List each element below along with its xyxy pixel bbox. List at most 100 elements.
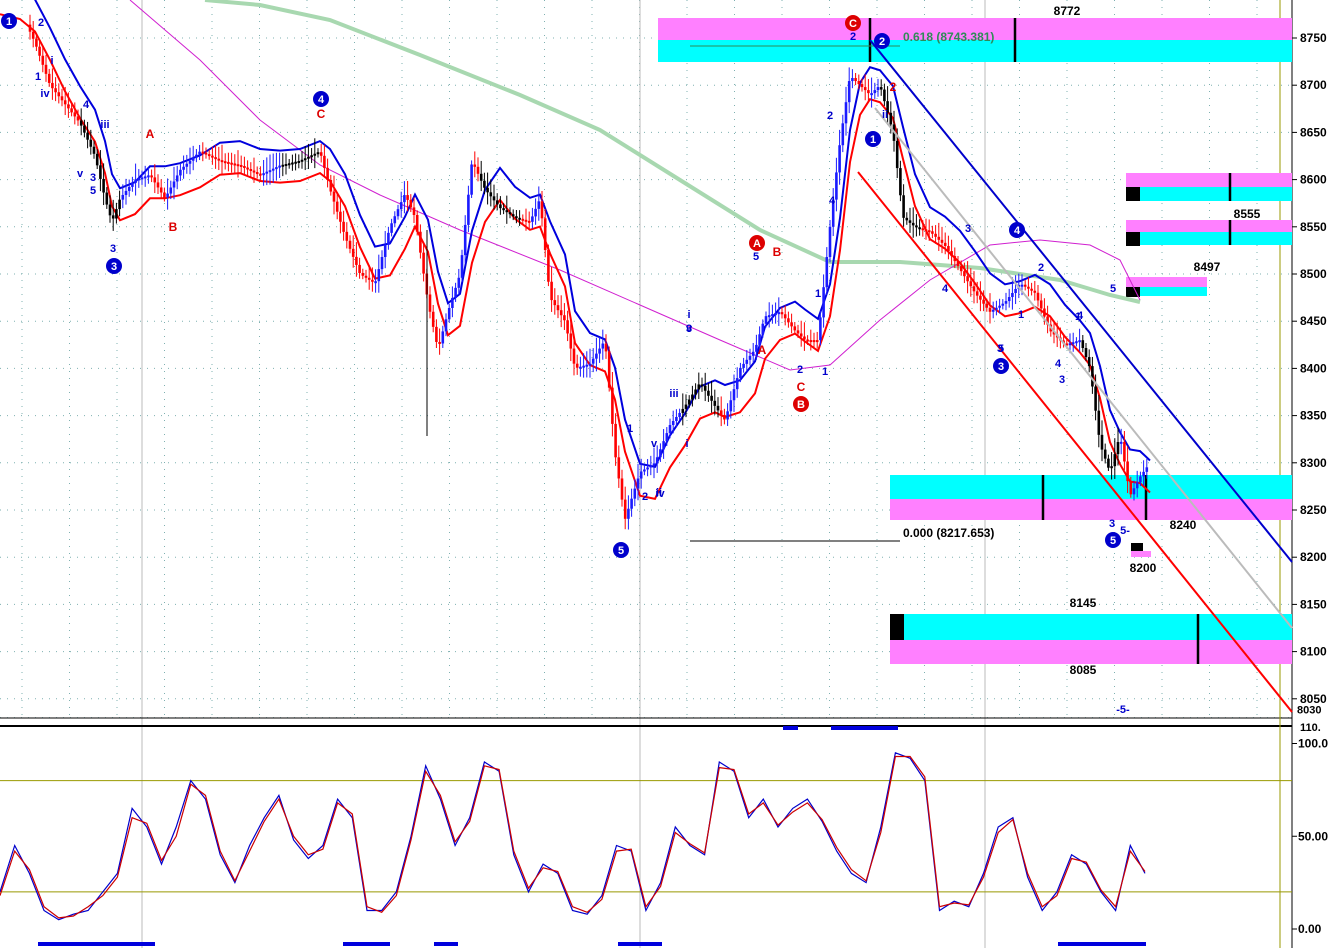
candle-body [371,279,374,282]
candle-body [1071,342,1075,345]
candle-body [902,195,905,218]
candle-body [1011,293,1014,298]
candle-body [966,276,969,282]
candle-body [1100,434,1104,450]
candle-body [1036,292,1040,301]
candle-body [524,219,528,222]
candle-body [518,217,521,220]
candle-body [579,366,582,369]
candle-series [28,14,1149,530]
candle-body [486,187,489,193]
zone-8240-lower [890,499,1292,520]
candle-body [943,242,947,246]
candle-body [652,463,656,466]
candle-body [620,478,624,500]
y-tick-label: 8750 [1300,31,1327,45]
candle-body [582,365,585,368]
candle-body [342,221,345,232]
wave-circle-blue-label: 5 [1110,535,1116,547]
candle-body [105,192,109,205]
candle-body [307,156,310,159]
wave-circle-blue-label: 1 [870,134,876,146]
candle-body [367,277,371,280]
wave-circle-red-label: C [849,18,857,30]
candle-body [67,104,70,109]
candle-body [1132,488,1136,495]
y-tick-label: 8500 [1300,267,1327,281]
candle-body [390,223,393,233]
candle-body [675,416,678,422]
candle-body [399,202,403,210]
candle-body [761,323,765,335]
candle-body [479,173,483,181]
candle-body [527,220,531,223]
candle-body [591,358,595,364]
candle-body [723,414,726,420]
wave-label: 3 [1109,518,1115,530]
candle-body [143,176,147,179]
candle-body [566,320,569,334]
wave-label: 1 [815,288,821,300]
zone-8555-upper [1126,220,1292,232]
candle-body [735,378,739,390]
candle-body [204,152,208,155]
candle-body [569,333,573,349]
candle-body [60,96,64,101]
candle-body [515,216,518,219]
candle-body [732,389,736,401]
wave-label: -5- [1116,704,1130,716]
candle-body [697,384,701,390]
candle-body [76,116,80,121]
wave-label: 4 [1055,358,1062,370]
candle-body [1039,300,1043,309]
candle-body [681,408,685,413]
wave-label: 5 [90,185,96,197]
candle-body [28,24,32,32]
zone-value-label: 8200 [1130,561,1157,575]
candle-body [147,175,150,178]
candle-body [646,467,649,470]
candle-body [950,251,953,257]
candle-body [1084,348,1088,358]
candle-body [137,178,141,181]
candle-body [921,228,925,231]
candle-body [44,64,48,74]
candle-body [319,152,323,156]
wave-label-red: A [758,343,767,357]
candle-body [111,215,115,219]
y-tick-label: 8650 [1300,125,1327,139]
candle-body [537,201,541,209]
wave-label: 4 [83,99,90,111]
candle-body [809,340,813,343]
candle-body [339,211,342,222]
candle-body [908,220,912,223]
candle-body [467,194,470,225]
candle-body [191,157,195,161]
candle-body [643,469,646,472]
candle-body [847,81,851,103]
candle-body [217,158,221,161]
candle-body [806,339,809,342]
candle-body [918,227,921,230]
candle-body [1135,482,1139,489]
moving-averages [0,0,1151,500]
candle-body [54,88,57,93]
candle-body [1043,308,1046,317]
candle-body [659,449,662,458]
zone-value-label: 8772 [1054,4,1081,18]
candle-body [70,108,73,113]
zone-value-label: 8085 [1070,663,1097,677]
fib-label-000: 0.000 (8217.653) [903,526,994,540]
candle-body [473,164,477,167]
candle-body [470,164,473,195]
candle-body [1004,301,1008,304]
candle-body [207,154,211,157]
candle-body [1097,410,1101,435]
candle-body [230,162,233,165]
candle-body [780,312,784,315]
candle-body [89,139,93,147]
candle-body [703,385,707,391]
osc-bar-bottom [343,942,390,946]
candle-body [662,441,665,450]
candle-body [655,457,659,464]
